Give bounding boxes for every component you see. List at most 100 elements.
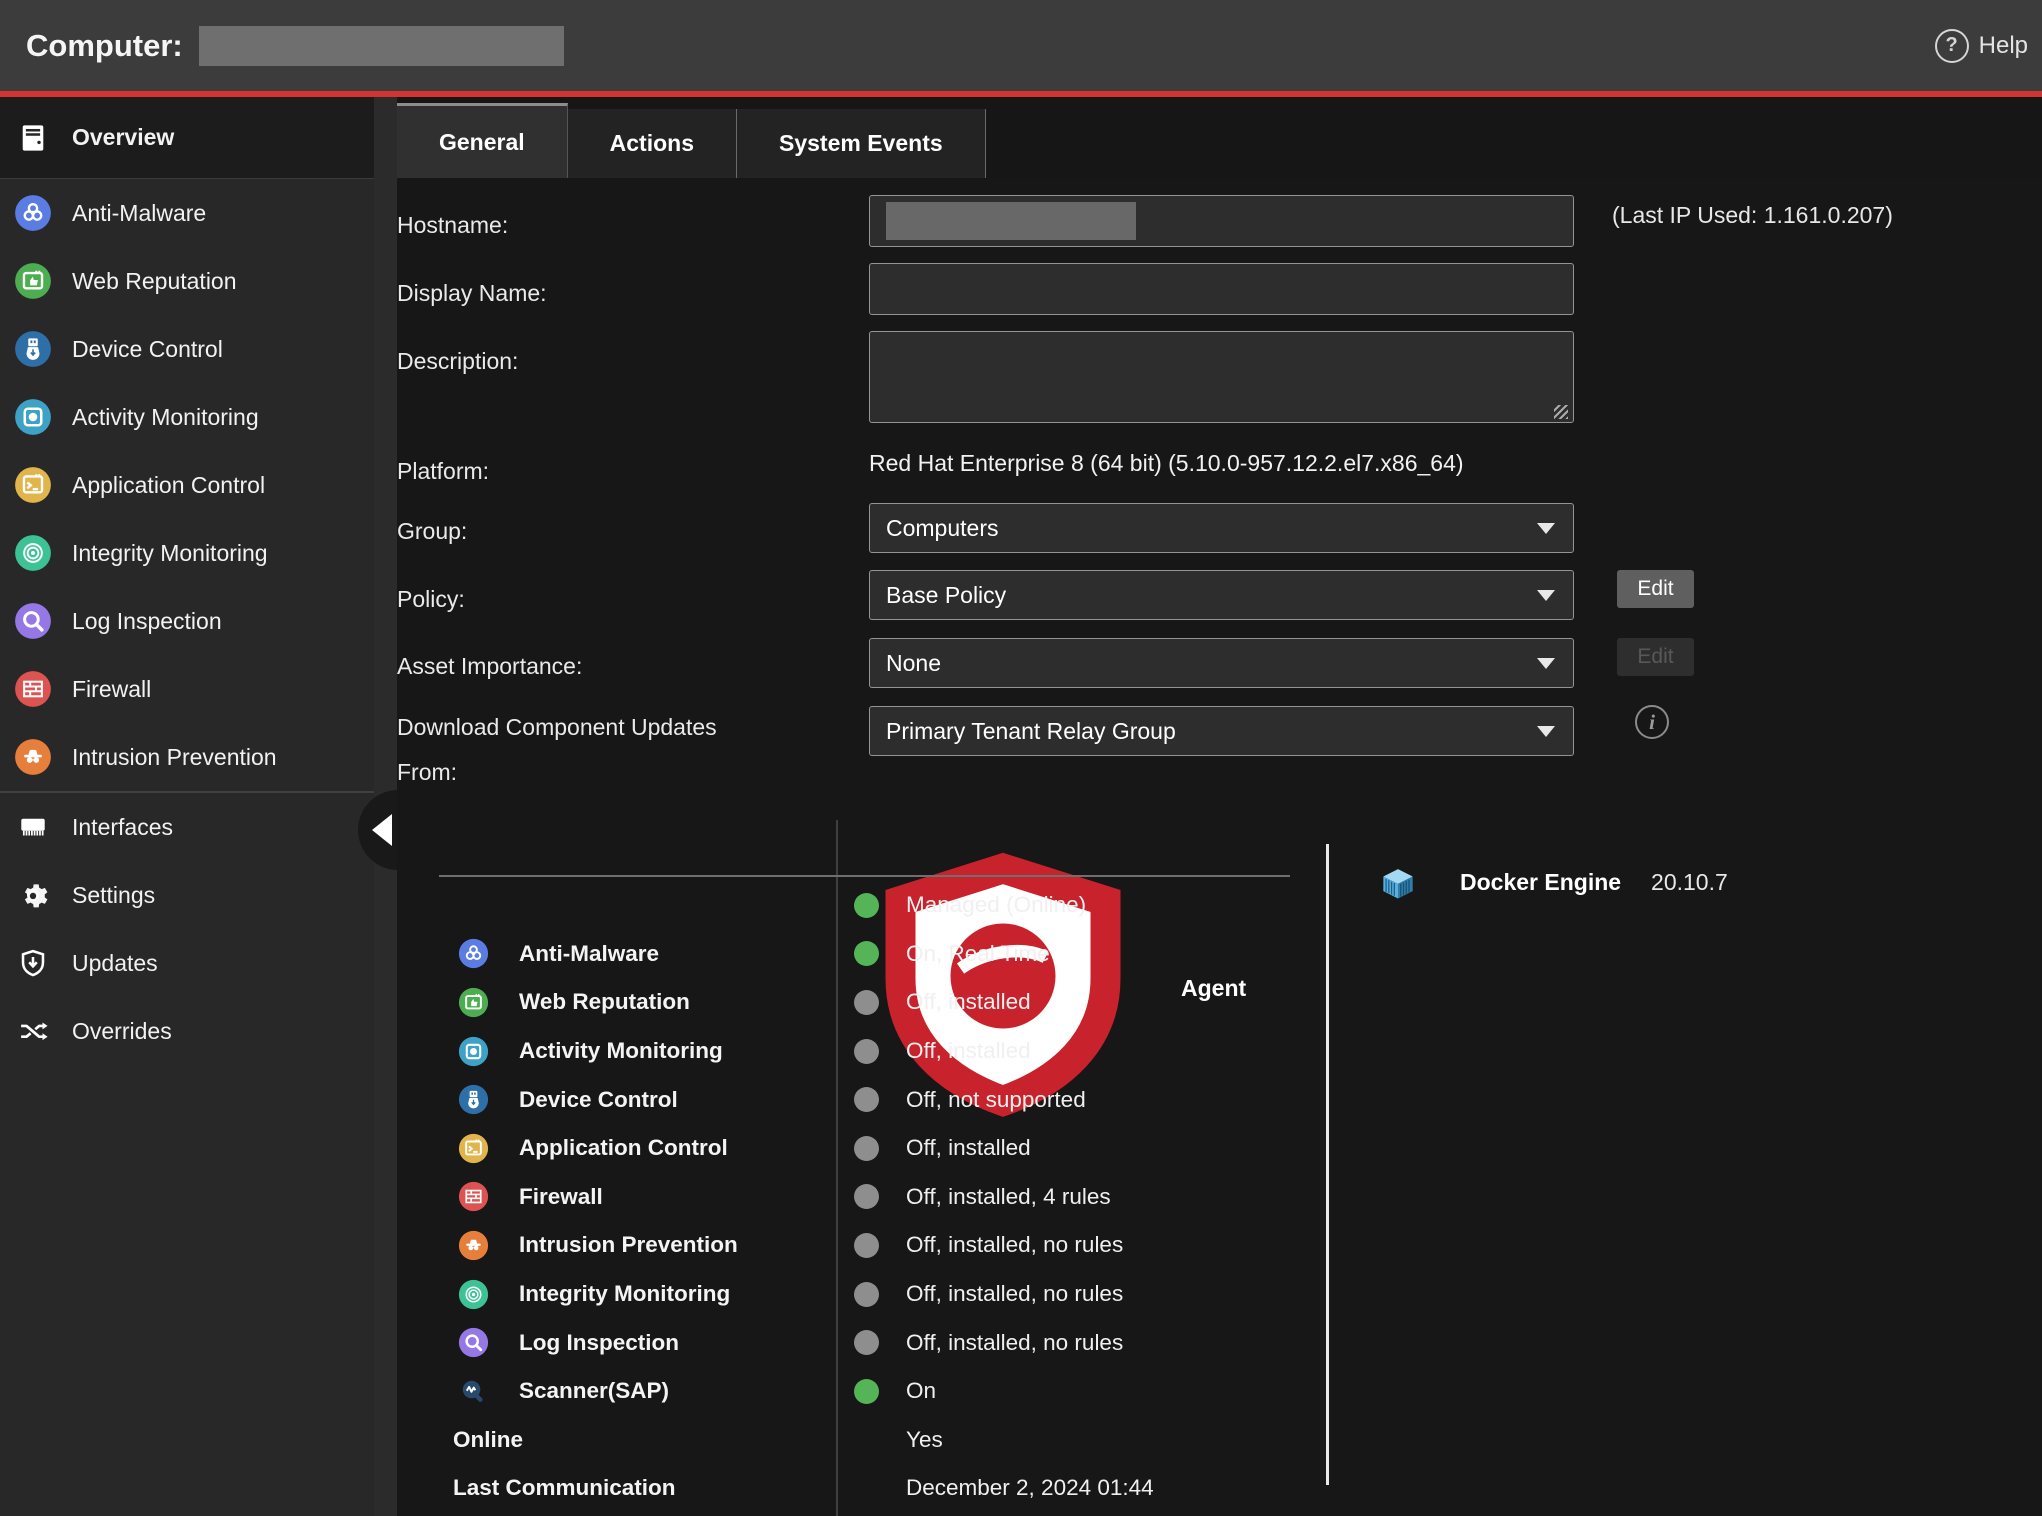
module-label: Application Control [519, 1135, 728, 1161]
top-bar: Computer: ? Help [0, 0, 2042, 91]
sidebar-item-anti-malware[interactable]: Anti-Malware [0, 179, 374, 247]
interfaces-icon [14, 808, 52, 846]
sidebar-item-integrity-monitoring[interactable]: Integrity Monitoring [0, 519, 374, 587]
chevron-left-icon [372, 814, 392, 846]
help-icon: ? [1935, 29, 1969, 63]
anti-malware-icon [14, 194, 52, 232]
docker-engine-item: Docker Engine 20.10.7 [1376, 860, 1728, 904]
tab-general[interactable]: General [397, 103, 568, 178]
intrusion-prevention-icon [14, 738, 52, 776]
status-row: FirewallOff, installed, 4 rules [439, 1173, 1329, 1222]
computer-details-page: Computer: ? Help Overview Anti-Malware W… [0, 0, 2042, 1516]
download-updates-label: Download Component Updates From: [397, 705, 757, 795]
status-dot-gray [854, 1184, 879, 1209]
module-label: Firewall [519, 1184, 603, 1210]
sidebar-item-label: Device Control [72, 336, 223, 363]
application-control-icon [458, 1133, 489, 1164]
docker-container-icon [1376, 860, 1420, 904]
resize-grip-icon[interactable] [1554, 405, 1568, 419]
page-title: Computer: [26, 28, 183, 64]
sidebar-item-settings[interactable]: Settings [0, 861, 374, 929]
status-value: Off, installed, no rules [906, 1330, 1123, 1356]
status-dot-green [854, 1379, 879, 1404]
updates-icon [14, 944, 52, 982]
sidebar-item-label: Overview [72, 124, 174, 151]
asset-edit-button-disabled: Edit [1617, 638, 1694, 676]
status-value: Managed (Online) [906, 892, 1086, 918]
sidebar-item-label: Firewall [72, 676, 151, 703]
info-icon[interactable]: i [1635, 705, 1669, 739]
platform-value: Red Hat Enterprise 8 (64 bit) (5.10.0-95… [869, 450, 1464, 477]
group-select[interactable]: Computers [869, 503, 1574, 553]
status-value: Off, installed [906, 1135, 1031, 1161]
policy-edit-button[interactable]: Edit [1617, 570, 1694, 608]
status-value: On [906, 1378, 936, 1404]
tab-actions[interactable]: Actions [568, 109, 737, 178]
sidebar-item-label: Integrity Monitoring [72, 540, 268, 567]
status-table: Managed (Online) Anti-MalwareOn, Real Ti… [439, 881, 1329, 1513]
sidebar-item-label: Overrides [72, 1018, 172, 1045]
device-control-icon [14, 330, 52, 368]
module-label: Web Reputation [519, 989, 690, 1015]
description-textarea[interactable] [869, 331, 1574, 423]
firewall-icon [14, 670, 52, 708]
status-row: Last CommunicationDecember 2, 2024 01:44 [439, 1464, 1329, 1513]
policy-select[interactable]: Base Policy [869, 570, 1574, 620]
status-row: Activity MonitoringOff, installed [439, 1027, 1329, 1076]
sidebar-item-firewall[interactable]: Firewall [0, 655, 374, 723]
web-reputation-icon [458, 987, 489, 1018]
overview-icon [14, 119, 52, 157]
policy-label: Policy: [397, 577, 757, 622]
module-label: Log Inspection [519, 1330, 679, 1356]
sidebar-item-activity-monitoring[interactable]: Activity Monitoring [0, 383, 374, 451]
display-name-label: Display Name: [397, 271, 757, 316]
help-button[interactable]: ? Help [1935, 0, 2028, 91]
sidebar-item-label: Updates [72, 950, 158, 977]
status-dot-gray [854, 1282, 879, 1307]
sidebar-item-overview[interactable]: Overview [0, 97, 374, 179]
status-row: Integrity MonitoringOff, installed, no r… [439, 1270, 1329, 1319]
application-control-icon [14, 466, 52, 504]
display-name-input[interactable] [869, 263, 1574, 315]
status-row: Scanner(SAP)On [439, 1367, 1329, 1416]
intrusion-prevention-icon [458, 1230, 489, 1261]
last-ip-used: (Last IP Used: 1.161.0.207) [1612, 202, 1893, 229]
tab-bar: GeneralActionsSystem Events [397, 97, 2042, 178]
sidebar-item-interfaces[interactable]: Interfaces [0, 793, 374, 861]
sidebar-item-application-control[interactable]: Application Control [0, 451, 374, 519]
status-value: Off, installed, no rules [906, 1281, 1123, 1307]
activity-monitoring-icon [458, 1036, 489, 1067]
sidebar-item-intrusion-prevention[interactable]: Intrusion Prevention [0, 723, 374, 791]
status-value: Off, installed, no rules [906, 1232, 1123, 1258]
status-row: Anti-MalwareOn, Real Time [439, 930, 1329, 979]
tab-system-events[interactable]: System Events [737, 109, 986, 178]
sidebar-item-log-inspection[interactable]: Log Inspection [0, 587, 374, 655]
status-row: Device ControlOff, not supported [439, 1075, 1329, 1124]
integrity-monitoring-icon [14, 534, 52, 572]
integrity-monitoring-icon [458, 1279, 489, 1310]
status-dot-green [854, 941, 879, 966]
chevron-down-icon [1537, 726, 1555, 737]
sidebar-item-label: Settings [72, 882, 155, 909]
module-label: Activity Monitoring [519, 1038, 723, 1064]
module-label: Anti-Malware [519, 941, 659, 967]
chevron-down-icon [1537, 590, 1555, 601]
sidebar-item-device-control[interactable]: Device Control [0, 315, 374, 383]
scanner-sap-icon [458, 1376, 489, 1407]
status-dot-gray [854, 990, 879, 1015]
asset-importance-select[interactable]: None [869, 638, 1574, 688]
sidebar-item-web-reputation[interactable]: Web Reputation [0, 247, 374, 315]
relay-group-select[interactable]: Primary Tenant Relay Group [869, 706, 1574, 756]
device-control-icon [458, 1084, 489, 1115]
sidebar: Overview Anti-Malware Web Reputation Dev… [0, 97, 374, 1516]
sidebar-item-overrides[interactable]: Overrides [0, 997, 374, 1065]
sidebar-item-label: Application Control [72, 472, 265, 499]
sidebar-item-updates[interactable]: Updates [0, 929, 374, 997]
module-label: Online [453, 1427, 523, 1453]
description-label: Description: [397, 339, 757, 384]
platform-label: Platform: [397, 449, 757, 494]
policy-selected-value: Base Policy [886, 582, 1006, 609]
sidebar-item-label: Web Reputation [72, 268, 237, 295]
status-dot-gray [854, 1136, 879, 1161]
sidebar-item-label: Anti-Malware [72, 200, 206, 227]
